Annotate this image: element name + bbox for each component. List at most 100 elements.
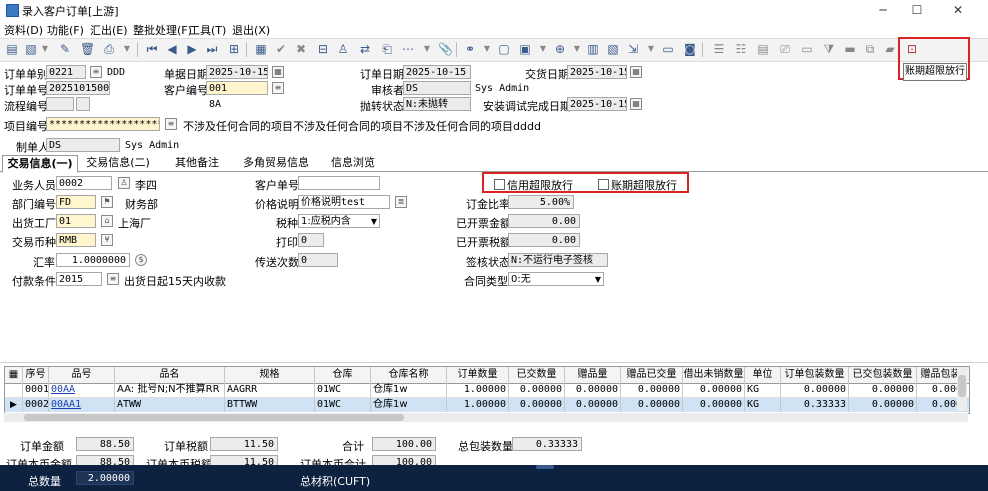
dept-field[interactable]: FD xyxy=(56,195,96,209)
tag-icon[interactable]: ⎗ xyxy=(380,42,394,56)
doc-date-field[interactable]: 2025-10-15 xyxy=(206,65,268,79)
person-icon[interactable]: ♙ xyxy=(118,177,130,189)
export-dropdown-icon[interactable]: ▼ xyxy=(644,42,658,56)
cell-seq[interactable]: 0002 xyxy=(23,398,49,412)
menu-tools[interactable]: 工具(T) xyxy=(189,22,226,38)
col-header[interactable]: 规格 xyxy=(225,367,315,383)
grid-vertical-scrollbar[interactable] xyxy=(957,367,967,411)
cell-gift-delivered[interactable]: 0.00000 xyxy=(621,398,683,412)
menu-export[interactable]: 汇出(E) xyxy=(90,22,128,38)
cell-gift-qty[interactable]: 0.00000 xyxy=(565,398,621,412)
print-field[interactable]: 0 xyxy=(298,233,324,247)
exchange-icon[interactable]: $ xyxy=(135,254,147,266)
table-icon[interactable]: ▤ xyxy=(756,42,770,56)
tab-trade-info-1[interactable]: 交易信息(一) xyxy=(2,155,78,173)
next-record-icon[interactable]: ▶ xyxy=(185,42,199,56)
cell-warehouse[interactable]: 01WC xyxy=(315,383,371,397)
globe-dropdown-icon[interactable]: ▼ xyxy=(570,42,584,56)
col-header[interactable]: 订单包装数量 xyxy=(781,367,849,383)
scroll-thumb[interactable] xyxy=(958,375,966,397)
first-record-icon[interactable]: ⏮ xyxy=(145,42,159,56)
currency-icon[interactable]: ¥ xyxy=(101,234,113,246)
folder-icon[interactable]: ▰ xyxy=(883,42,897,56)
card-icon[interactable]: ▬ xyxy=(843,42,857,56)
price-desc-field[interactable]: 价格说明test xyxy=(298,195,390,209)
cell-item-name[interactable]: ATWW xyxy=(115,398,225,412)
cell-order-pack[interactable]: 0.33333 xyxy=(781,398,849,412)
customer-no-field[interactable]: 001 xyxy=(206,81,268,95)
close-button[interactable]: ✕ xyxy=(943,0,973,20)
last-record-icon[interactable]: ⏭ xyxy=(205,42,219,56)
col-header[interactable]: 单位 xyxy=(745,367,781,383)
cell-delivered-pack[interactable]: 0.00000 xyxy=(849,398,917,412)
sales-field[interactable]: 0002 xyxy=(56,176,112,190)
currency-field[interactable]: RMB xyxy=(56,233,96,247)
payment-field[interactable]: 2015 xyxy=(56,272,102,286)
box-icon[interactable]: ▭ xyxy=(661,42,675,56)
cell-warehouse-name[interactable]: 仓库1w xyxy=(371,383,447,397)
user-icon[interactable]: ♙ xyxy=(336,42,350,56)
deposit-ratio-field[interactable]: 5.00% xyxy=(508,195,574,209)
cell-delivered-qty[interactable]: 0.00000 xyxy=(509,398,565,412)
delete-icon[interactable]: 🗑 xyxy=(80,42,95,56)
query-icon[interactable]: ⊞ xyxy=(227,42,241,56)
contract-type-select[interactable]: 0:无 ▼ xyxy=(508,272,604,286)
install-date-field[interactable]: 2025-10-15 xyxy=(567,97,627,111)
cell-gift-qty[interactable]: 0.00000 xyxy=(565,383,621,397)
lookup-icon[interactable]: ≡ xyxy=(107,273,119,285)
more-icon[interactable]: ⋯ xyxy=(401,42,415,56)
project-no-field[interactable]: ******************** xyxy=(46,117,160,131)
org-icon[interactable]: ⚑ xyxy=(101,196,113,208)
col-header[interactable]: 品名 xyxy=(115,367,225,383)
lookup-icon[interactable]: ≡ xyxy=(165,118,177,130)
col-header[interactable]: 赠品量 xyxy=(565,367,621,383)
cell-lent-unsold[interactable]: 0.00000 xyxy=(683,383,745,397)
throw-status-field[interactable]: N:未抛转 xyxy=(403,97,471,111)
order-type-field[interactable]: 0221 xyxy=(46,65,86,79)
cell-warehouse[interactable]: 01WC xyxy=(315,398,371,412)
new-doc-icon[interactable]: ▤ xyxy=(5,42,19,56)
tab-trade-info-2[interactable]: 交易信息(二) xyxy=(80,155,156,171)
menu-data[interactable]: 资料(D) xyxy=(4,22,43,38)
cell-delivered-pack[interactable]: 0.00000 xyxy=(849,383,917,397)
cell-warehouse-name[interactable]: 仓库1w xyxy=(371,398,447,412)
tax-select[interactable]: 1:应税内含 ▼ xyxy=(298,214,380,228)
table-row-selected[interactable]: ▶ 0002 00AA1 ATWW BTTWW 01WC 仓库1w 1.0000… xyxy=(5,398,969,412)
credit-release-checkbox[interactable] xyxy=(494,179,505,190)
cell-unit[interactable]: KG xyxy=(745,398,781,412)
cell-order-pack[interactable]: 0.00000 xyxy=(781,383,849,397)
factory-icon[interactable]: ⌂ xyxy=(101,215,113,227)
flow-no-field-2[interactable] xyxy=(76,97,90,111)
confirm-icon[interactable]: ✔ xyxy=(274,42,288,56)
lookup-icon[interactable]: ≡ xyxy=(272,82,284,94)
lookup-icon[interactable]: ≡ xyxy=(90,66,102,78)
scroll-thumb[interactable] xyxy=(24,414,404,421)
cell-lent-unsold[interactable]: 0.00000 xyxy=(683,398,745,412)
globe-icon[interactable]: ⊕ xyxy=(553,42,567,56)
camera-icon[interactable]: ◙ xyxy=(683,42,697,56)
sheet-dropdown-icon[interactable]: ▼ xyxy=(536,42,550,56)
copy-icon[interactable]: ⧉ xyxy=(863,42,877,56)
sign-status-field[interactable]: N:不运行电子签核 xyxy=(508,253,608,267)
delivery-date-field[interactable]: 2025-10-15 xyxy=(567,65,627,79)
tab-other-notes[interactable]: 其他备注 xyxy=(164,155,230,171)
link-dropdown-icon[interactable]: ▼ xyxy=(480,42,494,56)
notes-icon[interactable]: ≣ xyxy=(395,196,407,208)
print-icon[interactable]: ⎙ xyxy=(102,42,116,56)
menu-function[interactable]: 功能(F) xyxy=(47,22,84,38)
cell-item-no[interactable]: 00AA xyxy=(49,383,115,397)
col-header[interactable]: 赠品已交量 xyxy=(621,367,683,383)
col-header[interactable]: 品号 xyxy=(49,367,115,383)
transfer-icon[interactable]: ⇄ xyxy=(358,42,372,56)
document-icon[interactable]: ▢ xyxy=(497,42,511,56)
rate-field[interactable]: 1.0000000 xyxy=(56,253,130,267)
col-header[interactable]: 借出未销数量 xyxy=(683,367,745,383)
menu-batch[interactable]: 整批处理(F) xyxy=(133,22,192,38)
edit-icon[interactable]: ✎ xyxy=(58,42,72,56)
period-release-checkbox[interactable] xyxy=(598,179,609,190)
prev-record-icon[interactable]: ◀ xyxy=(165,42,179,56)
splitter-handle[interactable] xyxy=(536,465,554,469)
cell-unit[interactable]: KG xyxy=(745,383,781,397)
col-header[interactable]: 序号 xyxy=(23,367,49,383)
filter-icon[interactable]: ⧩ xyxy=(822,42,836,56)
